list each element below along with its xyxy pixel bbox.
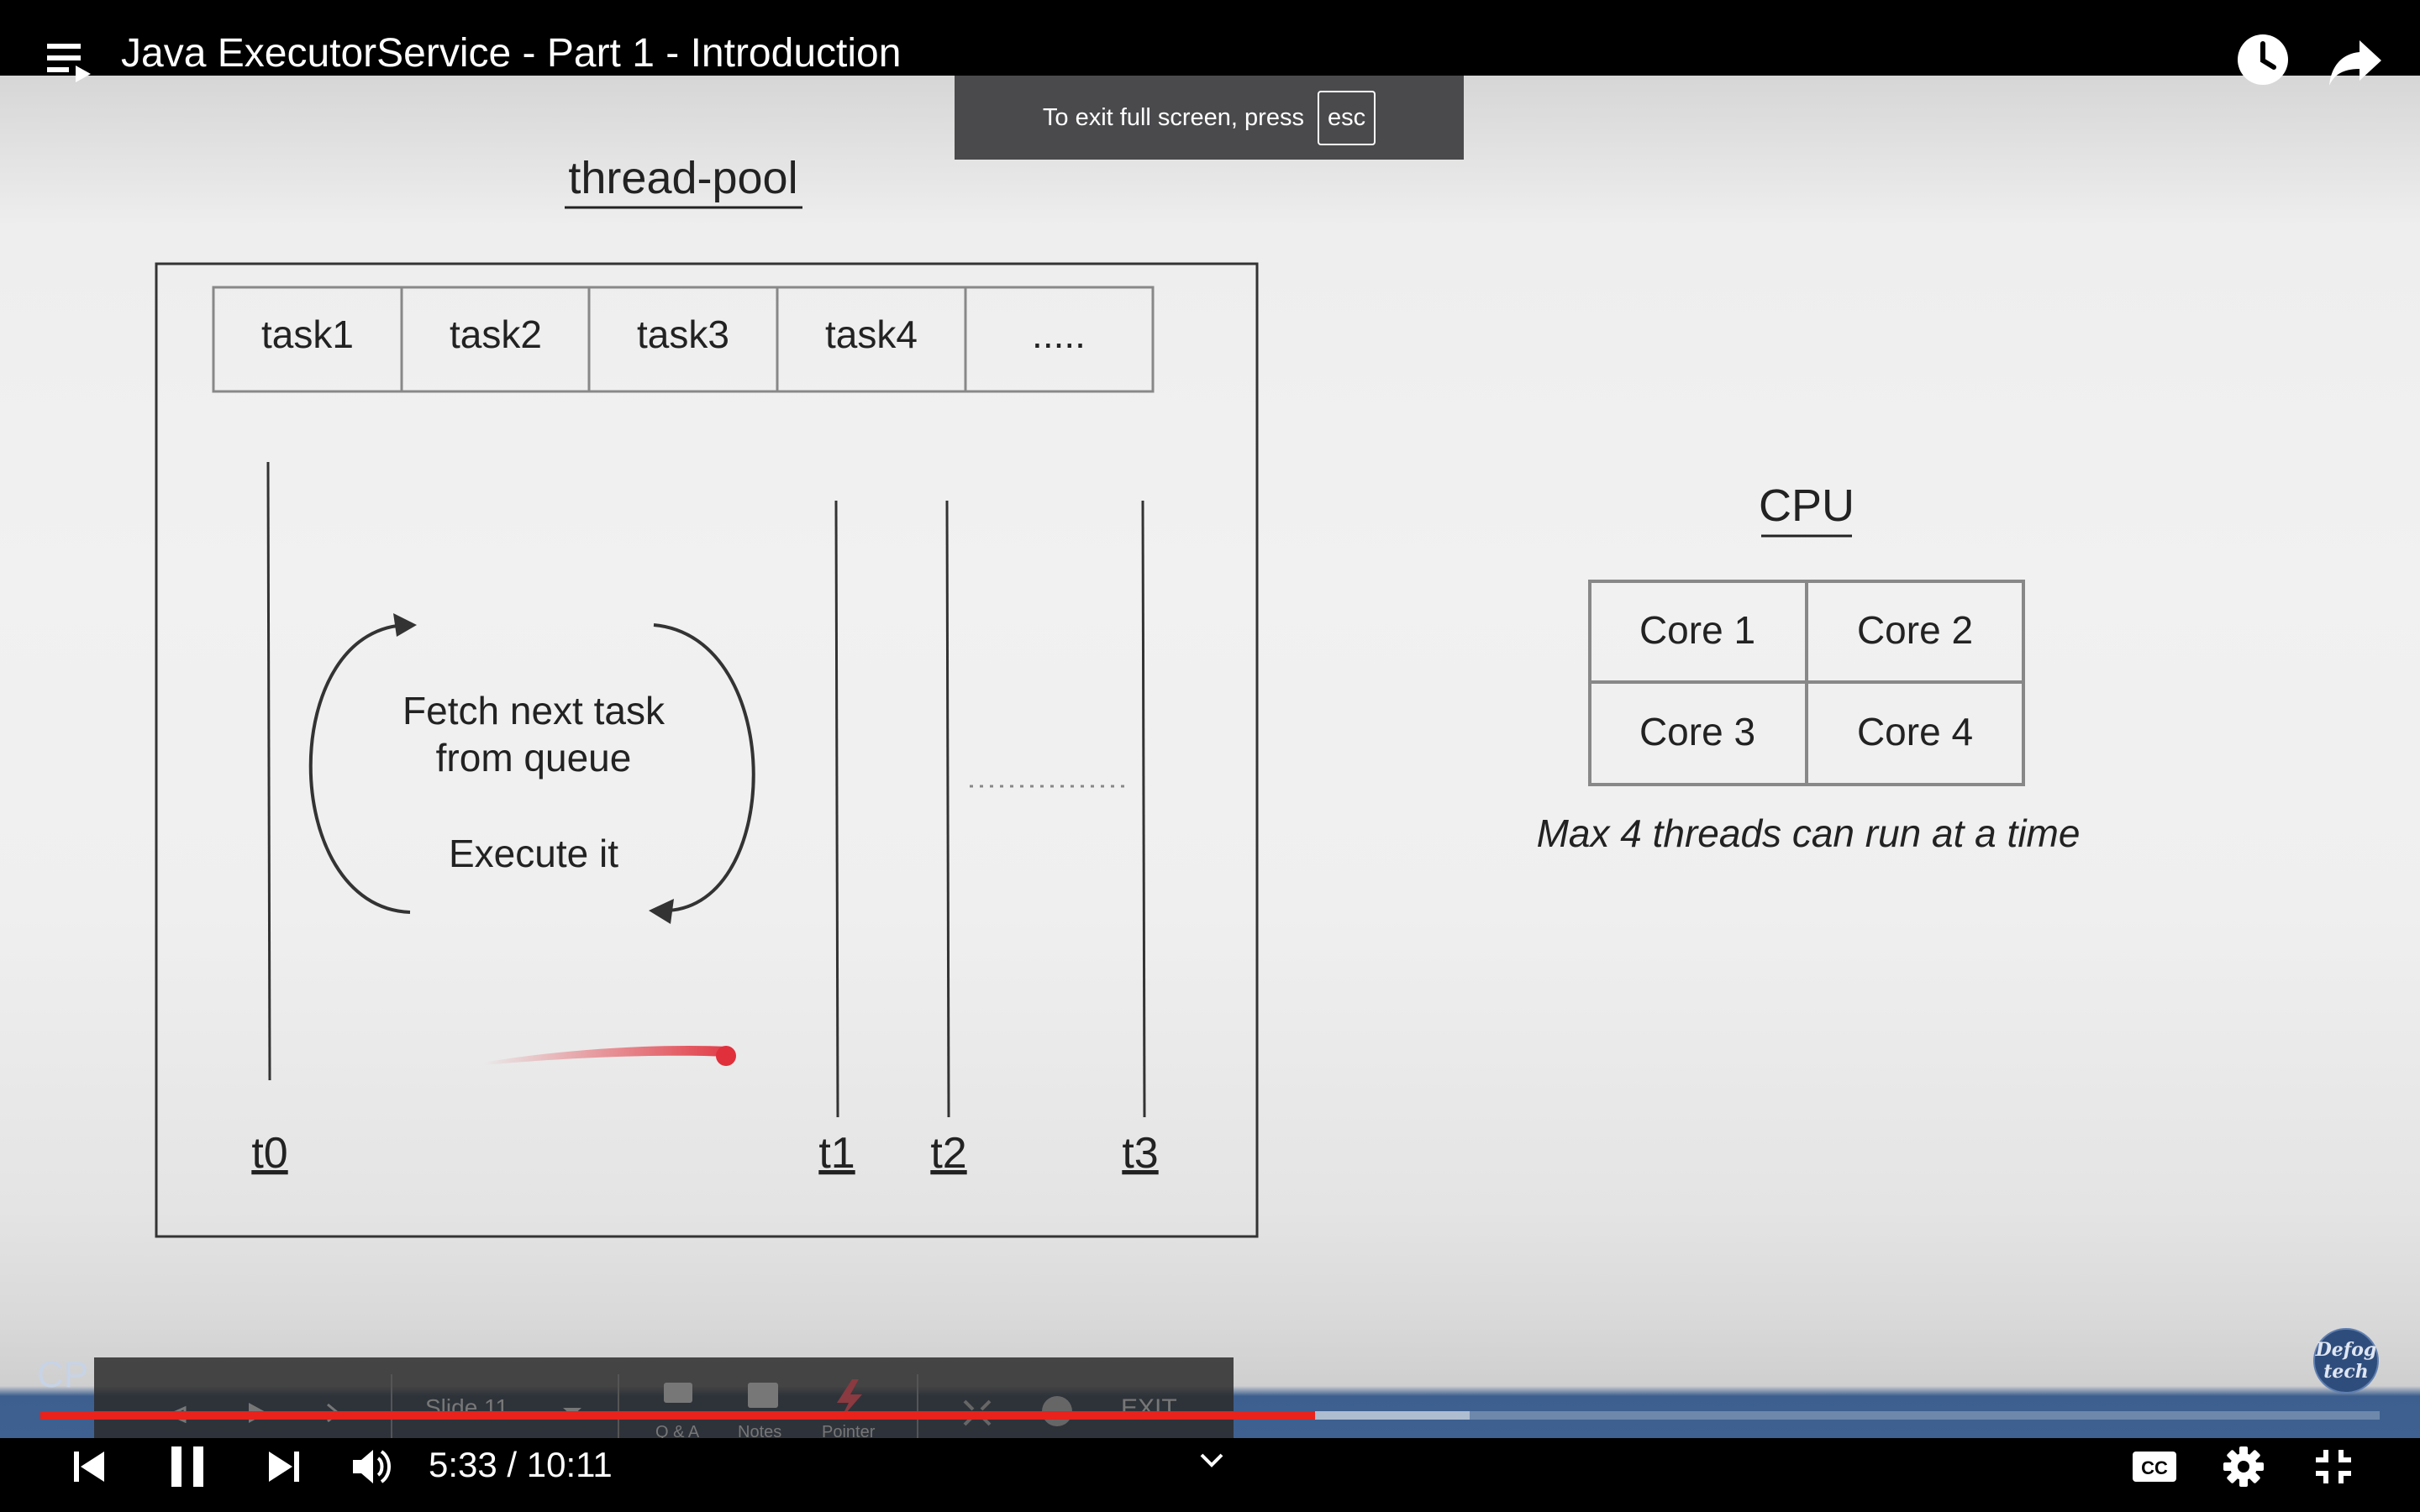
pause-icon[interactable] (168, 1445, 208, 1488)
share-icon[interactable] (2328, 37, 2383, 87)
cpu-title: CPU (1759, 480, 1854, 531)
chevron-down-icon[interactable] (1198, 1450, 1225, 1470)
current-time: 5:33 (429, 1445, 497, 1484)
presenter-strip-label: CP (37, 1354, 89, 1395)
thread-line-t2 (945, 500, 950, 1118)
time-display: 5:33 / 10:11 (429, 1445, 613, 1485)
settings-icon[interactable] (2222, 1445, 2265, 1488)
brand-badge-text: tech (2323, 1361, 2369, 1383)
svg-text:CC: CC (2141, 1457, 2168, 1478)
thread-label-t2: t2 (930, 1129, 966, 1178)
slide-canvas: thread-pool task1 task2 task3 task4 ....… (94, 153, 2379, 1438)
progress-played (40, 1411, 1315, 1420)
loop-arrow-right-head (649, 899, 674, 924)
core-cell: Core 2 (1857, 608, 1973, 652)
queue-cell: task4 (825, 312, 918, 356)
thread-label-t3: t3 (1122, 1129, 1158, 1178)
captions-icon[interactable]: CC (2131, 1450, 2178, 1483)
playlist-icon[interactable] (44, 37, 94, 87)
brand-badge-text: Defog (2315, 1339, 2377, 1361)
video-frame[interactable]: thread-pool task1 task2 task3 task4 ....… (0, 76, 2420, 1438)
loop-arrow-left-head (393, 613, 417, 637)
exit-fullscreen-icon[interactable] (2312, 1446, 2354, 1487)
loop-text-line3: Execute it (449, 832, 618, 875)
volume-icon[interactable] (351, 1446, 395, 1487)
queue-cell: task2 (450, 312, 542, 356)
thread-pool-box (155, 262, 1259, 1238)
duration: 10:11 (526, 1445, 613, 1484)
thread-line-t3 (1141, 500, 1146, 1118)
qa-icon (664, 1383, 692, 1403)
thread-line-t0 (266, 461, 271, 1081)
core-cell: Core 4 (1857, 710, 1973, 753)
video-title[interactable]: Java ExecutorService - Part 1 - Introduc… (121, 30, 901, 76)
pool-title: thread-pool (568, 153, 797, 203)
laser-pointer-trail (484, 1045, 729, 1065)
time-separator: / (497, 1445, 527, 1484)
next-icon[interactable] (266, 1448, 302, 1485)
fullscreen-toast-key: esc (1317, 90, 1376, 145)
previous-icon[interactable] (71, 1448, 108, 1485)
fullscreen-toast: To exit full screen, press esc (955, 76, 1464, 160)
watch-later-icon[interactable] (2235, 32, 2291, 87)
cpu-caption: Max 4 threads can run at a time (1537, 811, 2081, 855)
fullscreen-toast-text: To exit full screen, press (1042, 103, 1304, 131)
queue-cell: ..... (1032, 312, 1086, 356)
loop-text-line2: from queue (436, 736, 632, 780)
loop-text-line1: Fetch next task (402, 689, 666, 732)
queue-cell: task1 (261, 312, 354, 356)
queue-cell: task3 (637, 312, 729, 356)
loop-arrow-right (653, 623, 755, 913)
thread-label-t0: t0 (251, 1129, 287, 1178)
cpu-core-grid: Core 1 Core 2 Core 3 Core 4 (1588, 580, 2025, 786)
core-cell: Core 3 (1639, 710, 1755, 753)
notes-icon (748, 1383, 778, 1408)
task-queue: task1 task2 task3 task4 ..... (212, 286, 1155, 393)
laser-pointer-dot (716, 1046, 736, 1066)
thread-label-t1: t1 (818, 1129, 855, 1178)
thread-line-t1 (834, 500, 839, 1118)
loop-arrow-left (308, 622, 413, 914)
core-cell: Core 1 (1639, 608, 1755, 652)
